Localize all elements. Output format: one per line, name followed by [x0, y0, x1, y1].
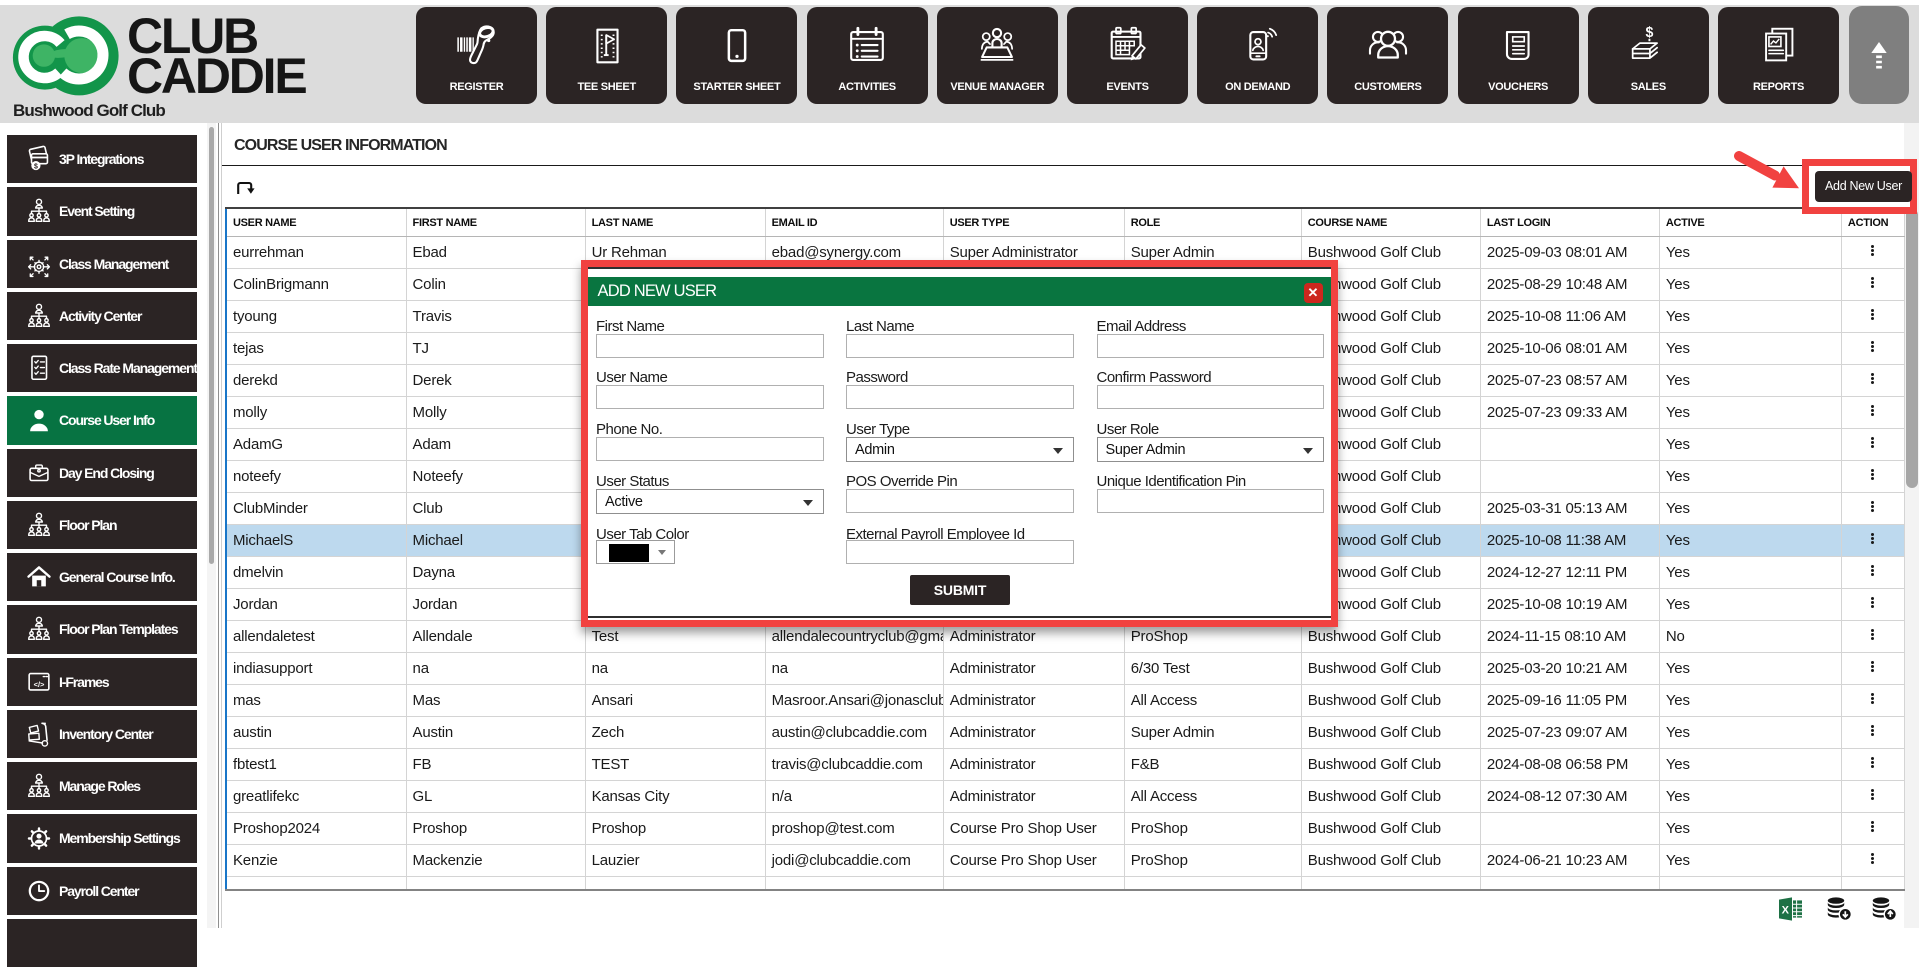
svg-text:X: X: [1782, 905, 1790, 917]
svg-text:</>: </>: [34, 680, 45, 689]
svg-text:$: $: [1646, 25, 1654, 41]
svg-text:$: $: [34, 164, 38, 171]
